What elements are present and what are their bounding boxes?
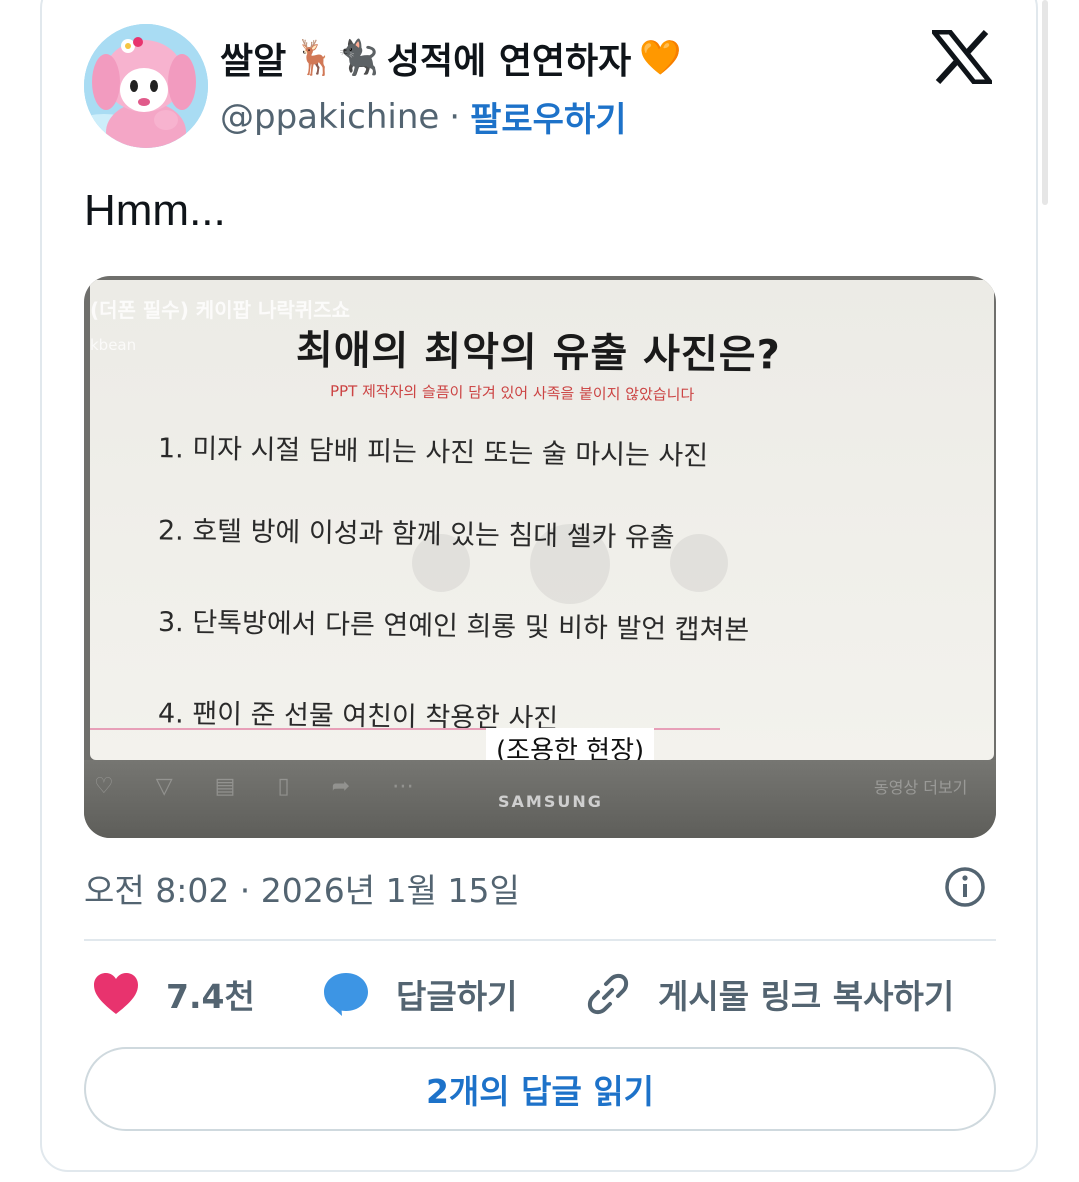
info-icon[interactable] bbox=[944, 866, 986, 908]
share-icon: ➦ bbox=[331, 774, 350, 799]
author-handle-row: @ppakichine · 팔로우하기 bbox=[220, 92, 627, 141]
slide-subtitle: PPT 제작자의 슬픔이 담겨 있어 사족을 붙이지 않았습니다 bbox=[329, 382, 695, 404]
author-name-row[interactable]: 쌀알 🦌🐈‍⬛ 성적에 연연하자 🧡 bbox=[220, 28, 682, 88]
monitor-brand: SAMSUNG bbox=[498, 792, 603, 811]
tweet-text: Hmm... bbox=[84, 186, 226, 235]
avatar-image bbox=[84, 24, 208, 148]
orange-heart-icon: 🧡 bbox=[639, 38, 682, 78]
read-replies-button[interactable]: 2개의 답글 읽기 bbox=[84, 1047, 996, 1131]
heart-icon bbox=[94, 973, 138, 1014]
comment-icon: ▤ bbox=[214, 774, 236, 799]
divider bbox=[84, 939, 996, 941]
slide-title: 최애의 최악의 유출 사진은? bbox=[295, 327, 781, 379]
link-icon bbox=[587, 973, 629, 1015]
like-button[interactable]: 7.4천 bbox=[92, 970, 255, 1018]
author-handle[interactable]: @ppakichine bbox=[220, 97, 439, 137]
tweet-timestamp[interactable]: 오전 8:02 · 2026년 1월 15일 bbox=[84, 864, 520, 912]
next-video-icon bbox=[670, 534, 728, 592]
more-video-label: 동영상 더보기 bbox=[874, 778, 968, 797]
copy-link-label: 게시물 링크 복사하기 bbox=[658, 977, 955, 1016]
save-icon: ▯ bbox=[277, 774, 290, 799]
x-logo-icon[interactable] bbox=[932, 30, 992, 84]
dislike-icon: ▽ bbox=[155, 774, 173, 799]
scrollbar[interactable] bbox=[1042, 0, 1048, 205]
prev-video-icon bbox=[412, 534, 470, 592]
more-dots-icon: ⋯ bbox=[392, 774, 414, 799]
video-overlay-channel: kbean bbox=[90, 336, 137, 354]
author-name: 쌀알 bbox=[220, 41, 287, 82]
tweet-media[interactable]: (더폰 필수) 케이팝 나락퀴즈쇼 kbean 최애의 최악의 유출 사진은? … bbox=[84, 276, 996, 838]
slide-item: 1. 미자 시절 담배 피는 사진 또는 술 마시는 사진 bbox=[157, 433, 709, 472]
author-name-suffix: 성적에 연연하자 bbox=[386, 41, 632, 82]
follow-button[interactable]: 팔로우하기 bbox=[470, 92, 626, 141]
slide-item: 3. 단톡방에서 다른 연예인 희롱 및 비하 발언 캡쳐본 bbox=[157, 606, 750, 647]
reply-button[interactable]: 답글하기 bbox=[322, 970, 517, 1018]
like-outline-icon: ♡ bbox=[94, 774, 114, 799]
monitor-screen: (더폰 필수) 케이팝 나락퀴즈쇼 kbean 최애의 최악의 유출 사진은? … bbox=[90, 280, 994, 769]
play-icon bbox=[530, 524, 610, 604]
deer-cat-emoji-icon: 🦌🐈‍⬛ bbox=[294, 38, 379, 78]
video-action-icons: ♡ ▽ ▤ ▯ ➦ ⋯ bbox=[84, 774, 414, 799]
like-count: 7.4천 bbox=[166, 977, 255, 1016]
reply-bubble-icon bbox=[324, 973, 368, 1016]
tweet-actions: 7.4천 답글하기 게시물 링크 복사하기 bbox=[84, 966, 996, 1022]
reply-label: 답글하기 bbox=[396, 977, 518, 1016]
copy-link-button[interactable]: 게시물 링크 복사하기 bbox=[584, 970, 954, 1018]
author-avatar[interactable] bbox=[84, 24, 208, 148]
separator-dot: · bbox=[449, 96, 461, 137]
